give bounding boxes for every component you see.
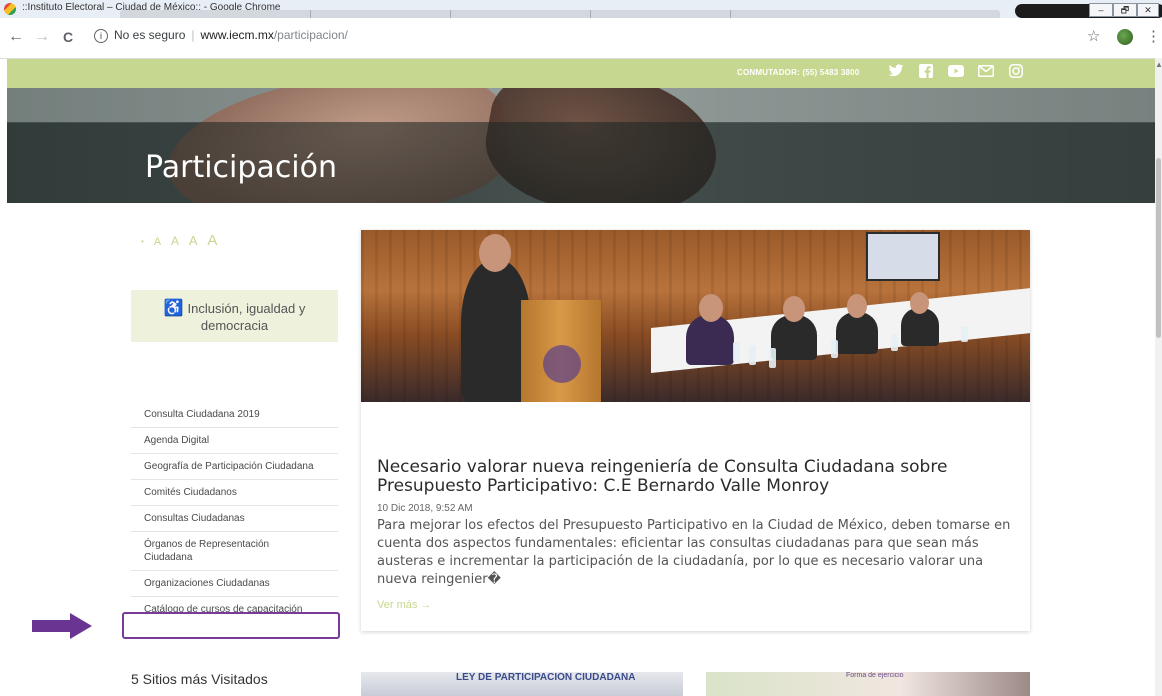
reload-button[interactable]: C xyxy=(58,27,78,47)
font-size-button[interactable]: A xyxy=(189,233,201,248)
news-title[interactable]: Necesario valorar nueva reingeniería de … xyxy=(377,458,1017,496)
sidebar-item-agenda-digital[interactable]: Agenda Digital xyxy=(131,428,338,454)
forward-button[interactable]: → xyxy=(32,27,52,47)
address-bar: ← → C i No es seguro | www.iecm.mx/particip… xyxy=(0,18,1162,59)
minimize-button[interactable]: – xyxy=(1089,3,1113,17)
youtube-icon[interactable] xyxy=(947,64,965,82)
window-titlebar: ::Instituto Electoral – Ciudad de México… xyxy=(0,0,1162,18)
panelist-head xyxy=(910,292,929,314)
water-bottle xyxy=(749,345,756,365)
tab-separator xyxy=(590,10,591,18)
news-card[interactable]: Necesario valorar nueva reingeniería de … xyxy=(361,230,1030,631)
inclusion-link[interactable]: ♿ Inclusión, igualdad y democracia xyxy=(131,290,338,342)
projection-screen xyxy=(866,232,940,281)
font-size-button[interactable]: A xyxy=(154,236,164,248)
hero-banner: Participación xyxy=(7,88,1155,203)
sidebar-item-geografia[interactable]: Geografía de Participación Ciudadana xyxy=(131,454,338,480)
news-thumbnail[interactable]: Forma de ejercicio xyxy=(706,672,1030,696)
security-label: No es seguro xyxy=(114,28,186,42)
sidebar-item-comites[interactable]: Comités Ciudadanos xyxy=(131,480,338,506)
podium xyxy=(521,300,601,402)
water-bottle xyxy=(733,342,740,362)
wheelchair-icon: ♿ xyxy=(163,300,184,317)
contact-bar: CONMUTADOR: (55) 5483 3800 xyxy=(7,59,1155,88)
close-button[interactable]: ✕ xyxy=(1137,3,1159,17)
water-bottle xyxy=(891,334,898,351)
font-size-button[interactable]: A xyxy=(171,234,182,248)
water-bottle xyxy=(831,340,838,358)
url-path: /participacion/ xyxy=(273,28,348,42)
sidebar-item-consultas[interactable]: Consultas Ciudadanas xyxy=(131,506,338,532)
thumbnail-caption: Forma de ejercicio xyxy=(846,672,904,679)
scrollbar-thumb[interactable] xyxy=(1156,158,1161,338)
panelist-head xyxy=(699,294,723,322)
phone-number: CONMUTADOR: (55) 5483 3800 xyxy=(737,68,860,77)
speaker-head xyxy=(479,234,511,272)
scroll-up-icon[interactable]: ▲ xyxy=(1155,60,1162,69)
page-scrollbar[interactable]: ▲ xyxy=(1155,58,1162,696)
facebook-icon[interactable] xyxy=(917,64,935,82)
tab-separator xyxy=(450,10,451,18)
font-size-controls: • A A A A xyxy=(141,232,220,249)
panelist-figure xyxy=(686,315,734,365)
podium-seal xyxy=(543,345,581,383)
chrome-favicon-icon xyxy=(4,3,16,15)
bullet-icon: • xyxy=(141,236,147,246)
tab-separator xyxy=(730,10,731,18)
tab-separator xyxy=(310,10,311,18)
back-button[interactable]: ← xyxy=(6,27,26,47)
sitios-heading: 5 Sitios más Visitados xyxy=(131,671,268,687)
inclusion-label: Inclusión, igualdad y democracia xyxy=(187,301,306,333)
url-field[interactable]: i No es seguro | www.iecm.mx/participacion/ xyxy=(94,28,348,43)
water-bottle xyxy=(769,348,776,368)
bookmark-star-icon[interactable]: ☆ xyxy=(1087,27,1100,45)
sidebar-item-organizaciones[interactable]: Organizaciones Ciudadanas xyxy=(131,571,338,597)
highlight-box xyxy=(122,612,340,639)
sidebar-item-consulta-2019[interactable]: Consulta Ciudadana 2019 xyxy=(131,402,338,428)
panelist-head xyxy=(847,294,867,318)
news-date: 10 Dic 2018, 9:52 AM xyxy=(377,503,473,514)
page-title: Participación xyxy=(145,150,338,185)
instagram-icon[interactable] xyxy=(1007,64,1025,82)
sidebar-item-organos[interactable]: Órganos de Representación Ciudadana xyxy=(131,532,338,571)
info-icon[interactable]: i xyxy=(94,29,108,43)
sidebar-menu: Consulta Ciudadana 2019 Agenda Digital G… xyxy=(131,402,338,622)
font-size-button[interactable]: A xyxy=(207,232,220,249)
thumbnail-caption: LEY DE PARTICIPACIÓN CIUDADANA xyxy=(456,672,636,683)
news-excerpt: Para mejorar los efectos del Presupuesto… xyxy=(377,518,1011,587)
panelist-head xyxy=(783,296,805,322)
news-thumbnail[interactable]: LEY DE PARTICIPACIÓN CIUDADANA xyxy=(361,672,683,696)
restore-button[interactable]: 🗗 xyxy=(1113,3,1137,17)
water-bottle xyxy=(961,326,968,342)
twitter-icon[interactable] xyxy=(887,64,905,82)
read-more-link[interactable]: Ver más → xyxy=(377,599,431,611)
pointer-arrow-icon xyxy=(32,613,92,639)
panelist-figure xyxy=(836,312,878,354)
url-domain: www.iecm.mx xyxy=(200,28,274,42)
extension-icon[interactable] xyxy=(1117,29,1133,45)
tab-strip[interactable] xyxy=(120,10,1000,18)
menu-kebab-icon[interactable]: ⋮ xyxy=(1146,27,1161,45)
news-photo[interactable] xyxy=(361,230,1030,402)
mail-icon[interactable] xyxy=(977,64,995,82)
